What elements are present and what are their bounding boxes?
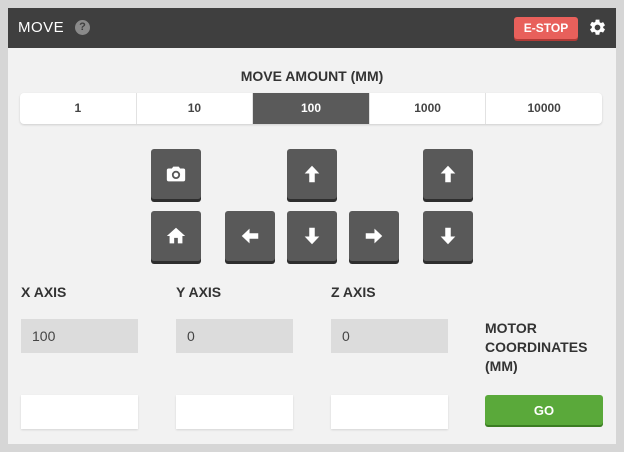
- go-button[interactable]: GO: [485, 395, 603, 425]
- move-amount-selector: 1 10 100 1000 10000: [20, 93, 602, 124]
- x-axis-label: X AXIS: [21, 284, 67, 300]
- estop-button[interactable]: E-STOP: [514, 17, 578, 39]
- camera-button[interactable]: [151, 149, 201, 199]
- move-amount-option-10[interactable]: 10: [137, 93, 254, 124]
- move-amount-option-1000[interactable]: 1000: [370, 93, 487, 124]
- move-amount-label: MOVE AMOUNT (MM): [240, 68, 384, 84]
- move-amount-option-10000[interactable]: 10000: [486, 93, 602, 124]
- x-axis-input[interactable]: [21, 395, 138, 429]
- home-button[interactable]: [151, 211, 201, 261]
- motor-coordinates-label: MOTOR COORDINATES (MM): [485, 320, 588, 374]
- panel-title: MOVE: [18, 19, 65, 36]
- move-amount-option-100[interactable]: 100: [253, 93, 370, 124]
- arrow-down-icon: [440, 227, 456, 245]
- jog-z-minus-button[interactable]: [423, 211, 473, 261]
- jog-x-plus-button[interactable]: [349, 211, 399, 261]
- panel-header: MOVE ? E-STOP: [8, 8, 616, 48]
- z-axis-input[interactable]: [331, 395, 448, 429]
- help-icon[interactable]: ?: [75, 20, 90, 35]
- gear-icon[interactable]: [588, 18, 607, 37]
- move-amount-option-1[interactable]: 1: [20, 93, 137, 124]
- y-axis-label: Y AXIS: [176, 284, 222, 300]
- arrow-up-icon: [440, 165, 456, 183]
- home-icon: [166, 227, 186, 244]
- camera-icon: [166, 166, 186, 182]
- jog-x-minus-button[interactable]: [225, 211, 275, 261]
- jog-z-plus-button[interactable]: [423, 149, 473, 199]
- move-panel: MOVE ? E-STOP MOVE AMOUNT (MM) 1 10 100 …: [8, 8, 616, 444]
- y-axis-position: [176, 319, 293, 353]
- jog-y-minus-button[interactable]: [287, 211, 337, 261]
- arrow-up-icon: [304, 165, 320, 183]
- y-axis-input[interactable]: [176, 395, 293, 429]
- arrow-right-icon: [365, 228, 383, 244]
- arrow-left-icon: [241, 228, 259, 244]
- arrow-down-icon: [304, 227, 320, 245]
- z-axis-label: Z AXIS: [331, 284, 376, 300]
- jog-y-plus-button[interactable]: [287, 149, 337, 199]
- z-axis-position: [331, 319, 448, 353]
- x-axis-position: [21, 319, 138, 353]
